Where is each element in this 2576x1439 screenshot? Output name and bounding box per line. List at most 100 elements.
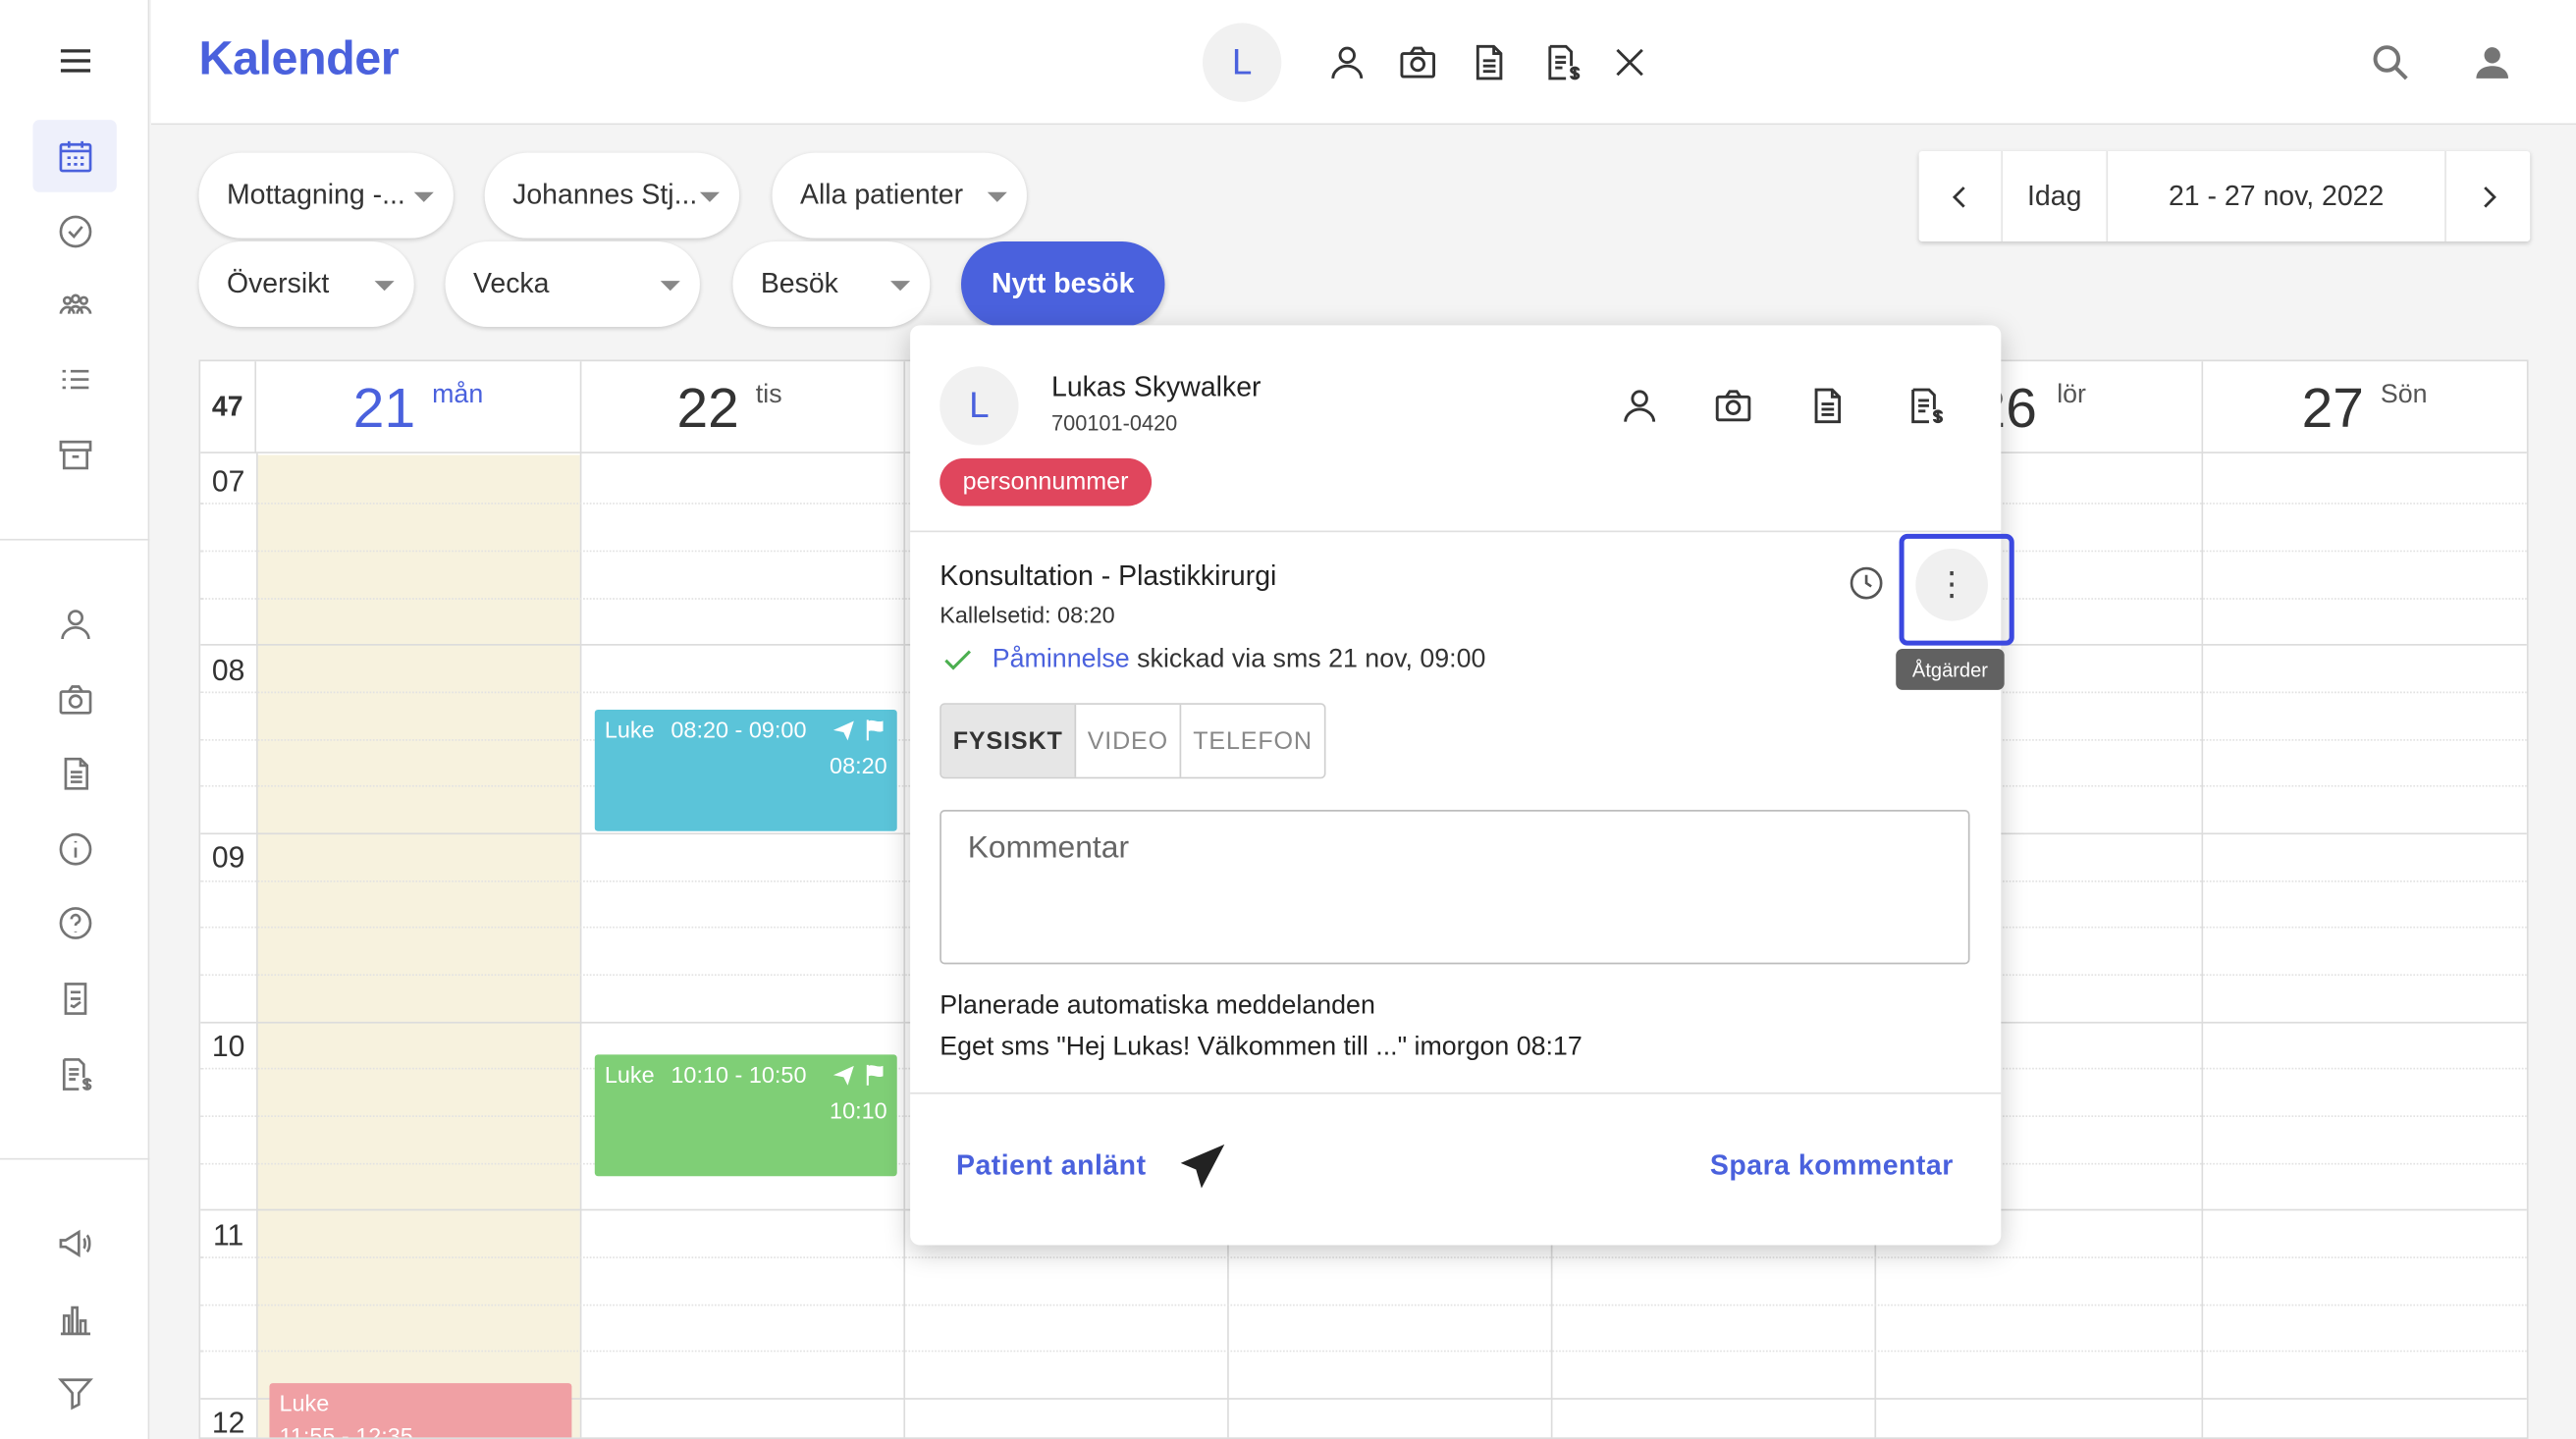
info-icon[interactable] [32, 813, 116, 885]
day-number: 22 [676, 377, 739, 441]
group-icon[interactable] [32, 269, 116, 342]
check-circle-icon[interactable] [32, 195, 116, 268]
clock-icon[interactable] [1847, 563, 1886, 603]
visit-popup: L Lukas Skywalker 700101-0420 personnumm… [910, 325, 2014, 1246]
event-time: 10:10 - 10:50 [671, 1061, 807, 1088]
chevron-left-icon [1952, 186, 1965, 207]
type-select[interactable]: Besök [732, 241, 931, 328]
help-icon[interactable] [32, 887, 116, 960]
document-icon[interactable] [1804, 383, 1851, 429]
day-name: Sön [2380, 381, 2428, 409]
top-bar: Kalender L [150, 0, 2576, 126]
calendar-event[interactable]: Luke 08:20 - 09:00 08:20 [594, 709, 897, 831]
patients-select[interactable]: Alla patienter [772, 152, 1027, 239]
day-name: mån [432, 381, 484, 409]
event-patient: Luke [279, 1389, 330, 1416]
event-time: 08:20 - 09:00 [671, 716, 807, 743]
patient-avatar[interactable]: L [1203, 23, 1282, 102]
menu-icon[interactable] [32, 25, 116, 97]
reminder-text: skickad via sms 21 nov, 09:00 [1137, 645, 1486, 674]
planned-sms: Eget sms "Hej Lukas! Välkommen till ..."… [939, 1033, 1583, 1062]
comment-input[interactable] [939, 810, 1970, 965]
invoice-icon[interactable] [32, 1039, 116, 1111]
reminder-link[interactable]: Påminnelse [993, 646, 1130, 673]
call-time: Kallelsetid: 08:20 [939, 601, 1115, 628]
hour-label: 07 [211, 464, 245, 499]
date-range-label[interactable]: 21 - 27 nov, 2022 [2108, 150, 2446, 242]
sidebar [0, 0, 150, 1439]
hour-label: 11 [212, 1218, 244, 1252]
account-icon[interactable] [2469, 39, 2515, 85]
calendar-icon[interactable] [32, 120, 117, 192]
hour-label: 08 [211, 654, 245, 687]
chevron-right-icon [2483, 186, 2496, 207]
page-title: Kalender [198, 32, 400, 86]
view-select[interactable]: Översikt [198, 241, 414, 328]
calendar-event[interactable]: Luke 11:55 - 12:35 [269, 1383, 572, 1438]
chevron-down-icon [987, 191, 1007, 202]
today-button[interactable]: Idag [2003, 150, 2109, 242]
close-icon[interactable] [1607, 39, 1653, 85]
today-column [257, 454, 580, 1438]
clinic-select-value: Mottagning -... [226, 179, 405, 211]
hour-label: 12 [211, 1406, 245, 1439]
save-comment-button[interactable]: Spara kommentar [1710, 1149, 1954, 1182]
day-header-mon[interactable]: 21 mån [258, 361, 582, 453]
person-icon[interactable] [1617, 383, 1663, 429]
practitioner-select-value: Johannes Stj... [512, 179, 698, 211]
practitioner-select[interactable]: Johannes Stj... [484, 152, 740, 239]
form-document-icon[interactable] [32, 963, 116, 1036]
previous-week-button[interactable] [1919, 150, 2003, 242]
invoice-icon[interactable] [1903, 383, 1949, 429]
week-number: 47 [200, 361, 257, 453]
type-select-value: Besök [760, 267, 838, 299]
day-header-tue[interactable]: 22 tis [581, 361, 906, 453]
flag-icon [866, 719, 884, 740]
flag-icon [866, 1064, 884, 1085]
camera-icon[interactable] [1395, 39, 1441, 85]
more-actions-button[interactable]: ⋮ [1915, 548, 1988, 621]
patient-avatar[interactable]: L [939, 366, 1019, 446]
mode-video[interactable]: VIDEO [1076, 704, 1182, 777]
clinic-select[interactable]: Mottagning -... [198, 152, 454, 239]
patients-select-value: Alla patienter [799, 179, 964, 211]
day-name: tis [755, 381, 782, 409]
megaphone-icon[interactable] [32, 1207, 116, 1280]
hour-label: 09 [211, 840, 245, 875]
view-select-value: Översikt [226, 267, 330, 299]
chevron-down-icon [374, 281, 395, 292]
mode-phone[interactable]: TELEFON [1181, 705, 1324, 777]
person-icon[interactable] [1324, 39, 1370, 85]
archive-icon[interactable] [32, 419, 116, 492]
patient-arrived-button[interactable]: Patient anlänt [956, 1149, 1147, 1182]
event-call-time: 10:10 [830, 1096, 887, 1124]
new-visit-button[interactable]: Nytt besök [960, 241, 1165, 328]
camera-icon[interactable] [1710, 383, 1756, 429]
reminder-status: Påminnelse skickad via sms 21 nov, 09:00 [939, 642, 1485, 678]
send-icon [832, 1065, 854, 1085]
day-number: 27 [2301, 377, 2364, 441]
chevron-down-icon [413, 191, 434, 202]
next-week-button[interactable] [2446, 151, 2530, 241]
bar-chart-icon[interactable] [32, 1283, 116, 1356]
send-icon[interactable] [1176, 1140, 1229, 1193]
person-icon[interactable] [32, 588, 116, 661]
actions-tooltip: Åtgärder [1896, 649, 2005, 690]
filter-icon[interactable] [32, 1357, 116, 1429]
calendar-event[interactable]: Luke 10:10 - 10:50 10:10 [594, 1054, 897, 1177]
mode-physical[interactable]: FYSISKT [940, 704, 1077, 777]
camera-icon[interactable] [32, 664, 116, 736]
range-select-value: Vecka [472, 267, 550, 299]
document-icon[interactable] [1466, 39, 1512, 85]
chevron-down-icon [699, 191, 720, 202]
invoice-icon[interactable] [1539, 39, 1585, 85]
hour-label: 10 [211, 1030, 245, 1063]
list-icon[interactable] [32, 345, 116, 417]
day-header-sun[interactable]: 27 Sön [2203, 361, 2527, 453]
search-icon[interactable] [2368, 39, 2414, 85]
document-icon[interactable] [32, 737, 116, 810]
status-badge: personnummer [939, 457, 1152, 506]
event-patient: Luke [604, 1061, 655, 1088]
patient-name[interactable]: Lukas Skywalker [1051, 371, 1261, 403]
range-select[interactable]: Vecka [445, 241, 700, 328]
